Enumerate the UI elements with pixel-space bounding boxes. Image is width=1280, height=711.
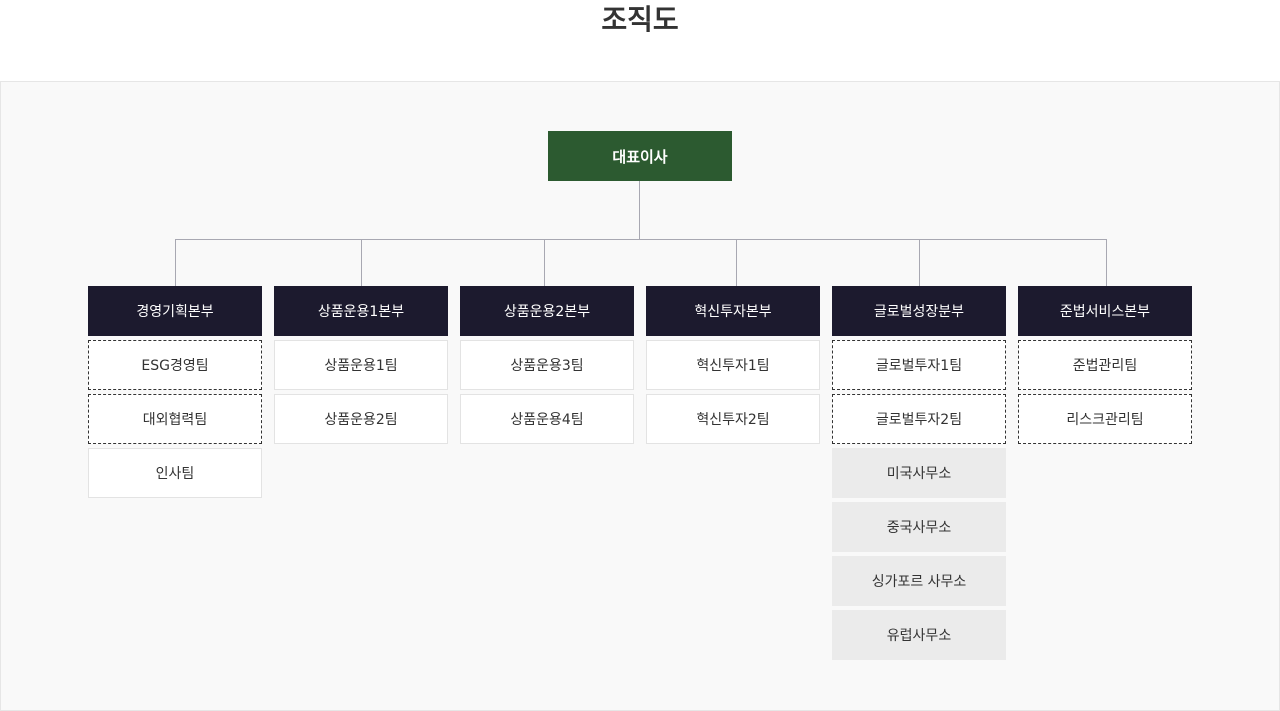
office-box: 유럽사무소 [832, 610, 1006, 660]
office-box: 미국사무소 [832, 448, 1006, 498]
office-box: 중국사무소 [832, 502, 1006, 552]
team-box: 인사팀 [88, 448, 262, 498]
team-box: 리스크관리팀 [1018, 394, 1192, 444]
team-box: 준법관리팀 [1018, 340, 1192, 390]
connector-division-4 [736, 239, 737, 286]
division-global-growth: 글로벌성장분부 [832, 286, 1006, 336]
connector-division-5 [919, 239, 920, 286]
team-box: 글로벌투자1팀 [832, 340, 1006, 390]
connector-division-3 [544, 239, 545, 286]
connector-division-1 [175, 239, 176, 286]
ceo-box: 대표이사 [548, 131, 732, 181]
team-box: 글로벌투자2팀 [832, 394, 1006, 444]
team-box: ESG경영팀 [88, 340, 262, 390]
division-compliance-service: 준법서비스본부 [1018, 286, 1192, 336]
team-box: 상품운용4팀 [460, 394, 634, 444]
team-box: 상품운용3팀 [460, 340, 634, 390]
team-box: 대외협력팀 [88, 394, 262, 444]
team-box: 혁신투자1팀 [646, 340, 820, 390]
division-management-planning: 경영기획본부 [88, 286, 262, 336]
division-product-ops-1: 상품운용1본부 [274, 286, 448, 336]
team-box: 혁신투자2팀 [646, 394, 820, 444]
office-box: 싱가포르 사무소 [832, 556, 1006, 606]
connector-division-6 [1106, 239, 1107, 286]
connector-ceo-vertical [639, 181, 640, 239]
connector-horizontal [175, 239, 1106, 240]
team-box: 상품운용1팀 [274, 340, 448, 390]
division-innovation-investment: 혁신투자본부 [646, 286, 820, 336]
team-box: 상품운용2팀 [274, 394, 448, 444]
connector-division-2 [361, 239, 362, 286]
division-product-ops-2: 상품운용2본부 [460, 286, 634, 336]
page-title: 조직도 [601, 3, 679, 36]
